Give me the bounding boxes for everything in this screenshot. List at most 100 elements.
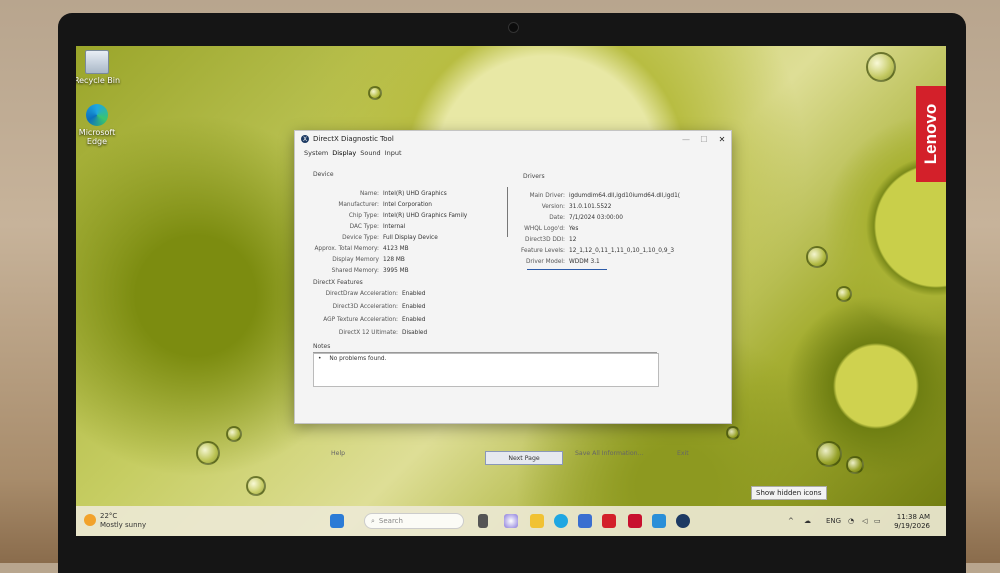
chip-type-value: Intel(R) UHD Graphics Family <box>383 213 468 219</box>
recycle-bin-desktop-icon[interactable]: Recycle Bin <box>76 50 125 85</box>
help-button[interactable]: Help <box>331 450 345 457</box>
webcam <box>508 22 519 33</box>
wallpaper-bubble <box>806 246 828 268</box>
battery-icon[interactable]: ▭ <box>874 517 881 525</box>
edge-taskbar-icon[interactable] <box>554 514 568 528</box>
search-box[interactable]: ⌕ Search <box>364 513 464 529</box>
start-icon[interactable] <box>330 514 344 528</box>
store-icon[interactable] <box>578 514 592 528</box>
minimize-button[interactable]: — <box>677 135 695 144</box>
version-value: 31.0.101.5522 <box>569 204 612 210</box>
tab-display[interactable]: Display <box>332 149 356 157</box>
wallpaper-bubble <box>196 441 220 465</box>
main-driver-value: igdumdim64.dll,igd10iumd64.dll,igd1( <box>569 193 681 199</box>
scroll-indicator[interactable] <box>527 269 607 270</box>
device-type-value: Full Display Device <box>383 235 438 241</box>
edge-icon <box>86 104 108 126</box>
language-indicator[interactable]: ENG <box>826 517 841 525</box>
total-memory-key: Approx. Total Memory: <box>314 246 379 252</box>
wifi-icon[interactable]: ◔ <box>848 517 854 525</box>
whql-key: WHQL Logo'd: <box>524 226 565 232</box>
weather-widget[interactable]: 22°C Mostly sunny <box>84 512 146 530</box>
taskbar: 22°C Mostly sunny ⌕ Search ^ ☁ ENG ◔ ◁ ▭… <box>76 506 946 536</box>
agp-key: AGP Texture Acceleration: <box>323 317 398 323</box>
photos-icon[interactable] <box>652 514 666 528</box>
device-name-value: Intel(R) UHD Graphics <box>383 191 447 197</box>
tab-sound[interactable]: Sound <box>360 149 380 157</box>
volume-icon[interactable]: ◁ <box>862 517 867 525</box>
drivers-heading: Drivers <box>523 173 545 180</box>
next-page-button[interactable]: Next Page <box>485 451 563 465</box>
shared-memory-value: 3995 MB <box>383 268 409 274</box>
file-explorer-icon[interactable] <box>530 514 544 528</box>
save-all-button[interactable]: Save All Information... <box>575 450 644 457</box>
device-heading: Device <box>313 171 334 178</box>
agp-value: Enabled <box>402 317 426 323</box>
edge-desktop-icon[interactable]: Microsoft Edge <box>76 104 125 146</box>
lenovo-logo: Lenovo <box>916 86 946 182</box>
clock[interactable]: 11:38 AM 9/19/2026 <box>894 513 930 531</box>
direct3d-value: Enabled <box>402 304 426 310</box>
directdraw-value: Enabled <box>402 291 426 297</box>
search-placeholder: Search <box>378 517 403 525</box>
title-bar[interactable]: X DirectX Diagnostic Tool — ☐ ✕ <box>295 131 731 147</box>
tab-bar: System Display Sound Input <box>295 147 731 157</box>
lenovo-app-icon[interactable] <box>602 514 616 528</box>
wallpaper-bubble <box>246 476 266 496</box>
time: 11:38 AM <box>896 513 930 521</box>
notes-heading: Notes <box>313 343 331 350</box>
chevron-up-icon[interactable]: ^ <box>788 517 794 525</box>
desktop-icon-label: Recycle Bin <box>76 76 121 85</box>
show-hidden-icons-tooltip: Show hidden icons <box>751 486 827 500</box>
features-heading: DirectX Features <box>313 279 363 286</box>
wallpaper-bubble <box>226 426 242 442</box>
onedrive-icon[interactable]: ☁ <box>804 517 811 525</box>
driver-model-value: WDDM 3.1 <box>569 259 600 265</box>
dxdiag-window: X DirectX Diagnostic Tool — ☐ ✕ System D… <box>294 130 732 465</box>
feature-levels-key: Feature Levels: <box>520 248 565 254</box>
wallpaper-bubble <box>836 286 852 302</box>
manufacturer-value: Intel Corporation <box>383 202 432 208</box>
tab-input[interactable]: Input <box>385 149 402 157</box>
directx-taskbar-icon[interactable] <box>676 514 690 528</box>
search-icon: ⌕ <box>371 516 375 525</box>
date-value: 7/1/2024 03:00:00 <box>569 215 623 221</box>
window-title: DirectX Diagnostic Tool <box>313 135 394 143</box>
tab-system[interactable]: System <box>304 149 328 157</box>
dx12-ultimate-value: Disabled <box>402 330 428 336</box>
copilot-icon[interactable] <box>504 514 518 528</box>
wallpaper-bubble <box>726 426 740 440</box>
d3d-ddi-key: Direct3D DDI: <box>525 237 565 243</box>
wallpaper-bubble <box>368 86 382 100</box>
exit-button[interactable]: Exit <box>677 450 689 457</box>
display-memory-value: 128 MB <box>383 257 405 263</box>
shared-memory-key: Shared Memory: <box>331 268 379 274</box>
directdraw-key: DirectDraw Acceleration: <box>325 291 398 297</box>
weather-temp: 22°C <box>100 512 118 520</box>
direct3d-key: Direct3D Acceleration: <box>332 304 398 310</box>
notes-box[interactable]: • No problems found. <box>313 353 659 387</box>
device-type-key: Device Type: <box>342 235 379 241</box>
pane-divider <box>507 187 508 237</box>
dac-type-key: DAC Type: <box>349 224 379 230</box>
whql-value: Yes <box>569 226 579 232</box>
mcafee-icon[interactable] <box>628 514 642 528</box>
close-button[interactable]: ✕ <box>713 135 731 144</box>
maximize-button[interactable]: ☐ <box>695 135 713 144</box>
wallpaper-bubble <box>816 441 842 467</box>
total-memory-value: 4123 MB <box>383 246 409 252</box>
desktop: Lenovo Recycle Bin Microsoft Edge X Dire… <box>76 46 946 536</box>
wallpaper-bubble <box>846 456 864 474</box>
note-item: No problems found. <box>329 356 387 362</box>
date: 9/19/2026 <box>894 522 930 530</box>
manufacturer-key: Manufacturer: <box>338 202 379 208</box>
date-key: Date: <box>549 215 565 221</box>
display-memory-key: Display Memory <box>332 257 379 263</box>
wallpaper-bubble <box>866 52 896 82</box>
dac-type-value: Internal <box>383 224 406 230</box>
directx-icon: X <box>301 135 309 143</box>
version-key: Version: <box>541 204 565 210</box>
task-view-icon[interactable] <box>478 514 488 528</box>
main-driver-key: Main Driver: <box>529 193 565 199</box>
weather-desc: Mostly sunny <box>100 521 147 529</box>
